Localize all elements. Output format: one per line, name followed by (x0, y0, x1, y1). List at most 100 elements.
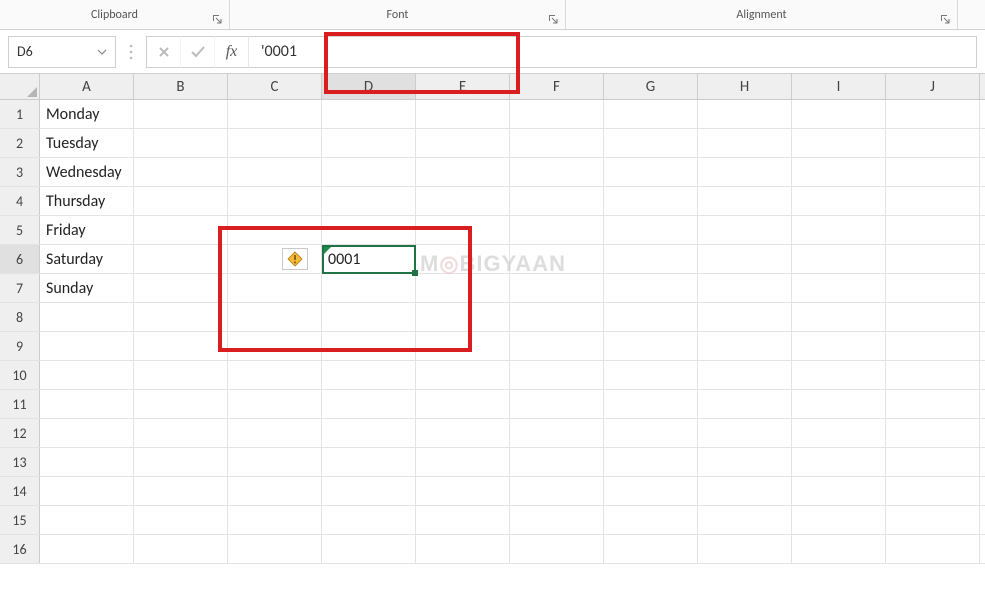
dialog-launcher-icon[interactable] (211, 13, 223, 25)
row-header-1[interactable]: 1 (0, 100, 40, 128)
cell-A6[interactable]: Saturday (40, 245, 134, 273)
column-header-E[interactable]: E (416, 74, 510, 99)
column-header-I[interactable]: I (792, 74, 886, 99)
cell-D6[interactable]: 0001 (322, 245, 416, 273)
cell-C9[interactable] (228, 332, 322, 360)
cell-E12[interactable] (416, 419, 510, 447)
cell-D4[interactable] (322, 187, 416, 215)
cell-H16[interactable] (698, 535, 792, 563)
cell-C10[interactable] (228, 361, 322, 389)
cell-E1[interactable] (416, 100, 510, 128)
cell-B8[interactable] (134, 303, 228, 331)
row-header-12[interactable]: 12 (0, 419, 40, 447)
cell-E14[interactable] (416, 477, 510, 505)
cell-H4[interactable] (698, 187, 792, 215)
cell-G3[interactable] (604, 158, 698, 186)
cell-H11[interactable] (698, 390, 792, 418)
cell-J9[interactable] (886, 332, 980, 360)
cell-E8[interactable] (416, 303, 510, 331)
cell-D12[interactable] (322, 419, 416, 447)
cell-F12[interactable] (510, 419, 604, 447)
name-box[interactable]: D6 (8, 36, 116, 68)
cell-F10[interactable] (510, 361, 604, 389)
cell-I16[interactable] (792, 535, 886, 563)
cell-E5[interactable] (416, 216, 510, 244)
cell-F14[interactable] (510, 477, 604, 505)
cell-B4[interactable] (134, 187, 228, 215)
cell-C8[interactable] (228, 303, 322, 331)
chevron-down-icon[interactable] (97, 47, 107, 57)
cell-E11[interactable] (416, 390, 510, 418)
cell-J10[interactable] (886, 361, 980, 389)
cell-A2[interactable]: Tuesday (40, 129, 134, 157)
dialog-launcher-icon[interactable] (939, 13, 951, 25)
cell-C15[interactable] (228, 506, 322, 534)
cell-D2[interactable] (322, 129, 416, 157)
row-header-5[interactable]: 5 (0, 216, 40, 244)
cell-J15[interactable] (886, 506, 980, 534)
cell-A14[interactable] (40, 477, 134, 505)
cell-A15[interactable] (40, 506, 134, 534)
cell-D10[interactable] (322, 361, 416, 389)
cell-B16[interactable] (134, 535, 228, 563)
row-header-4[interactable]: 4 (0, 187, 40, 215)
cell-C14[interactable] (228, 477, 322, 505)
cell-I2[interactable] (792, 129, 886, 157)
cell-E4[interactable] (416, 187, 510, 215)
cell-I10[interactable] (792, 361, 886, 389)
cell-D3[interactable] (322, 158, 416, 186)
cell-A1[interactable]: Monday (40, 100, 134, 128)
cell-B6[interactable] (134, 245, 228, 273)
cell-A16[interactable] (40, 535, 134, 563)
cell-I3[interactable] (792, 158, 886, 186)
row-header-8[interactable]: 8 (0, 303, 40, 331)
cell-G12[interactable] (604, 419, 698, 447)
cell-B13[interactable] (134, 448, 228, 476)
cell-H5[interactable] (698, 216, 792, 244)
cell-D5[interactable] (322, 216, 416, 244)
cell-B1[interactable] (134, 100, 228, 128)
cell-J8[interactable] (886, 303, 980, 331)
cell-I7[interactable] (792, 274, 886, 302)
cell-C3[interactable] (228, 158, 322, 186)
enter-button[interactable] (181, 36, 215, 68)
cell-G9[interactable] (604, 332, 698, 360)
cell-E10[interactable] (416, 361, 510, 389)
cell-J7[interactable] (886, 274, 980, 302)
cell-F15[interactable] (510, 506, 604, 534)
cell-J13[interactable] (886, 448, 980, 476)
cell-A8[interactable] (40, 303, 134, 331)
cell-A10[interactable] (40, 361, 134, 389)
cell-H9[interactable] (698, 332, 792, 360)
cell-F8[interactable] (510, 303, 604, 331)
cell-E7[interactable] (416, 274, 510, 302)
cell-I11[interactable] (792, 390, 886, 418)
cell-C16[interactable] (228, 535, 322, 563)
cell-F7[interactable] (510, 274, 604, 302)
cell-H1[interactable] (698, 100, 792, 128)
cell-J12[interactable] (886, 419, 980, 447)
cell-H14[interactable] (698, 477, 792, 505)
row-header-16[interactable]: 16 (0, 535, 40, 563)
cell-I1[interactable] (792, 100, 886, 128)
cell-E2[interactable] (416, 129, 510, 157)
cell-G2[interactable] (604, 129, 698, 157)
cell-E15[interactable] (416, 506, 510, 534)
cell-B14[interactable] (134, 477, 228, 505)
column-header-D[interactable]: D (322, 74, 416, 99)
cell-J16[interactable] (886, 535, 980, 563)
cell-B10[interactable] (134, 361, 228, 389)
cell-C11[interactable] (228, 390, 322, 418)
column-header-F[interactable]: F (510, 74, 604, 99)
cell-B9[interactable] (134, 332, 228, 360)
row-header-13[interactable]: 13 (0, 448, 40, 476)
cell-F5[interactable] (510, 216, 604, 244)
cell-F11[interactable] (510, 390, 604, 418)
formula-input[interactable]: '0001 (249, 42, 976, 61)
cell-F6[interactable] (510, 245, 604, 273)
cell-J14[interactable] (886, 477, 980, 505)
cell-B12[interactable] (134, 419, 228, 447)
cell-H12[interactable] (698, 419, 792, 447)
row-header-9[interactable]: 9 (0, 332, 40, 360)
cell-H13[interactable] (698, 448, 792, 476)
